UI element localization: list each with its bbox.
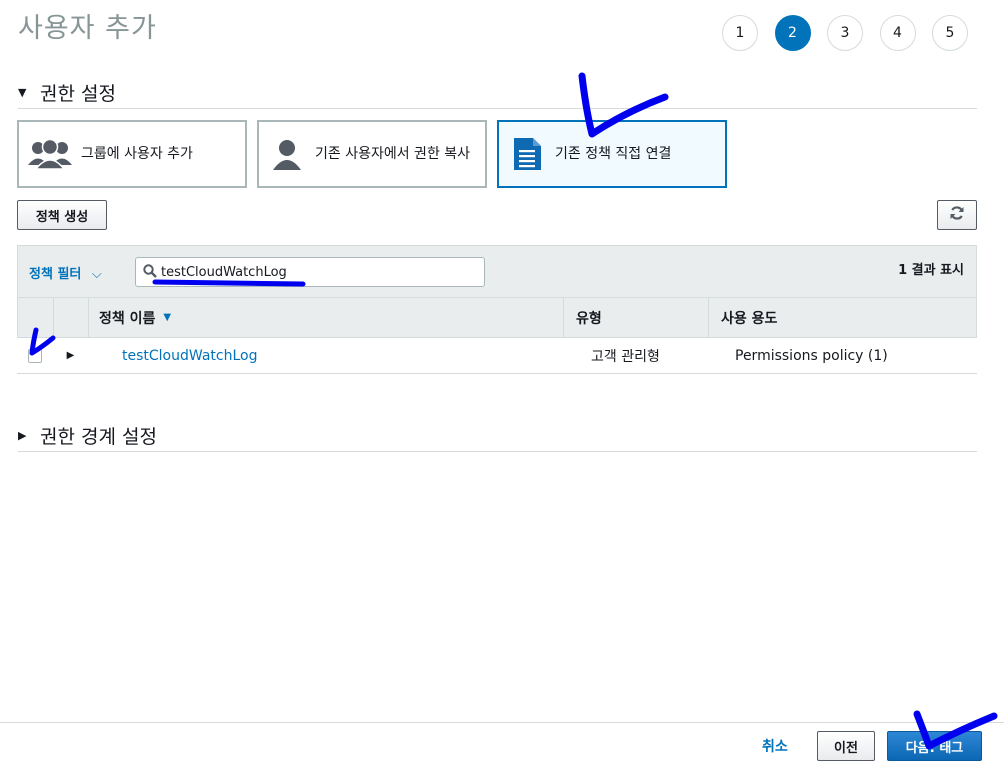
expand-row-icon[interactable]: ▶ [53, 350, 88, 361]
row-checkbox[interactable] [28, 348, 42, 363]
user-icon [259, 138, 315, 170]
header-expand-column [54, 298, 89, 337]
step-4[interactable]: 4 [879, 15, 916, 51]
policy-usage-cell: Permissions policy (1) [735, 347, 888, 364]
step-2-active[interactable]: 2 [774, 15, 811, 51]
policy-name-link[interactable]: testCloudWatchLog [88, 348, 563, 364]
create-policy-button[interactable]: 정책 생성 [17, 200, 107, 230]
search-icon [143, 263, 157, 282]
header-policy-usage[interactable]: 사용 용도 [709, 298, 976, 337]
header-policy-name[interactable]: 정책 이름 ▼ [89, 298, 564, 337]
policy-filter-label: 정책 필터 [29, 267, 82, 282]
users-group-icon [19, 139, 81, 169]
option-add-to-group[interactable]: 그룹에 사용자 추가 [17, 120, 247, 188]
caret-down-icon: ▼ [18, 85, 27, 99]
caret-right-icon: ▶ [18, 429, 27, 442]
boundary-section-header[interactable]: ▶ 권한 경계 설정 [18, 420, 977, 452]
policy-search-input[interactable] [161, 264, 461, 280]
step-1[interactable]: 1 [722, 15, 758, 51]
option-copy-permissions[interactable]: 기존 사용자에서 권한 복사 [257, 120, 487, 188]
document-icon [499, 137, 555, 171]
permissions-section-header[interactable]: ▼ 권한 설정 [18, 76, 977, 109]
header-policy-name-label: 정책 이름 [99, 310, 156, 327]
chevron-down-icon: ⌵ [91, 267, 102, 282]
option-copy-permissions-label: 기존 사용자에서 권한 복사 [315, 146, 471, 162]
step-5[interactable]: 5 [932, 15, 968, 51]
option-add-to-group-label: 그룹에 사용자 추가 [81, 146, 193, 162]
wizard-footer: 취소 이전 다음: 태그 [0, 722, 1004, 767]
refresh-icon [949, 205, 965, 225]
table-header-row: 정책 이름 ▼ 유형 사용 용도 [17, 297, 977, 338]
sort-caret-icon: ▼ [163, 312, 172, 323]
refresh-button[interactable] [937, 200, 977, 230]
permissions-section-title: 권한 설정 [40, 82, 116, 105]
page-title: 사용자 추가 [18, 13, 157, 44]
next-tags-button[interactable]: 다음: 태그 [887, 731, 982, 761]
filter-bar: 정책 필터 ⌵ 1 결과 표시 [17, 245, 977, 297]
policy-type-cell: 고객 관리형 [591, 348, 660, 365]
result-count: 1 결과 표시 [898, 263, 964, 278]
handwritten-annotations [29, 72, 998, 750]
boundary-section-title: 권한 경계 설정 [40, 426, 157, 448]
option-attach-existing-policy-label: 기존 정책 직접 연결 [555, 146, 672, 162]
header-select-column [18, 298, 54, 337]
cancel-link[interactable]: 취소 [762, 736, 788, 756]
row-select-cell [17, 348, 53, 363]
policy-table: 정책 필터 ⌵ 1 결과 표시 정책 이름 ▼ 유형 사용 용도 ▶ [17, 245, 977, 374]
option-attach-existing-policy[interactable]: 기존 정책 직접 연결 [497, 120, 727, 188]
step-indicator: 1 2 3 4 5 [722, 15, 985, 51]
step-3[interactable]: 3 [827, 15, 863, 51]
policy-filter-dropdown[interactable]: 정책 필터 ⌵ [29, 263, 102, 282]
header-policy-type[interactable]: 유형 [564, 298, 709, 337]
table-row: ▶ testCloudWatchLog 고객 관리형 Permissions p… [17, 338, 977, 374]
previous-button[interactable]: 이전 [817, 731, 875, 761]
policy-search-box[interactable] [135, 257, 485, 287]
